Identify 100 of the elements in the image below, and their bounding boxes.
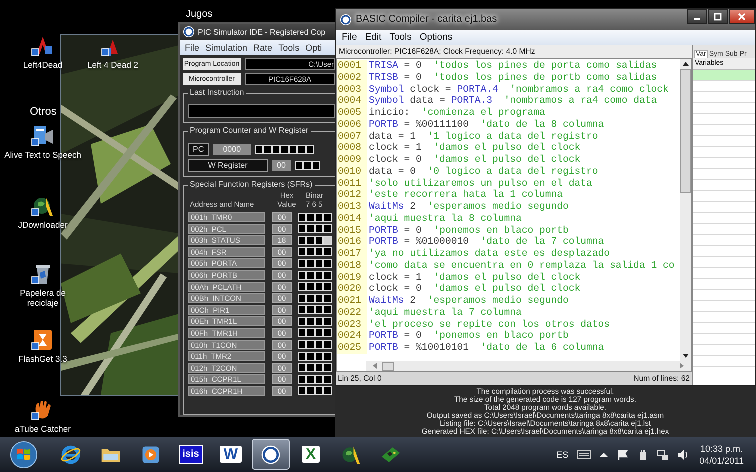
clock-time[interactable]: 10:33 p.m. [700,442,744,454]
bit-cells-drawing [298,294,334,303]
scroll-thumb[interactable] [680,69,691,193]
desktop-shortcut[interactable]: Papelera de reciclaje [4,262,82,308]
maximize-button[interactable] [708,9,728,24]
group-title: Program Counter and W Register [188,126,311,135]
line-number: 0005 [337,107,367,119]
clock-date[interactable]: 04/01/2011 [700,454,744,466]
line-number: 0006 [337,118,367,130]
desktop-label: Jugos [186,9,213,20]
bit-cells-drawing [298,270,334,280]
menu-item[interactable]: File [338,32,362,43]
code-line: 'ya no utilizamos data este es desplazado [368,248,610,260]
line-number: 0010 [337,166,367,178]
code-line: 'solo utilizaremos un pulso en el data [368,178,592,190]
code-line: data = 1 '1 logico a data del registro [368,130,598,142]
maximize-icon [713,12,723,20]
code-line: 'este recorrera hata la 1 columna [368,189,564,201]
app-logo: X [302,446,320,463]
bit-cells-drawing [298,363,334,372]
code-line: PORTB = %10010101 'dato de la 6 columna [368,342,604,354]
flag-icon[interactable] [616,448,629,460]
code-line: TRISB = 0 'todos los pines de portb como salidas [368,72,658,84]
language-indicator[interactable]: ES [556,450,569,460]
code-line: 'aqui muestra la 7 columna [368,306,522,318]
desktop-label: Otros [30,106,57,118]
code-line: clock = 0 'damos el pulso del clock [368,283,581,295]
line-number: 0023 [337,318,367,330]
menu-item[interactable]: Tools [276,42,303,52]
down-arrow-icon [682,353,690,359]
menu-item[interactable]: File [182,42,203,52]
app-icon [31,328,55,352]
bit-cells-drawing [298,224,334,234]
bit-cells-drawing [298,258,334,268]
line-number: 0015 [337,224,367,236]
code-line: TRISA = 0 'todos los pines de porta como salidas [368,60,658,72]
taskbar-app[interactable]: W [212,439,250,470]
line-number: 0002 [337,72,367,84]
bit-cells-drawing [298,386,334,396]
code-line: clock = 1 'damos el pulso del clock [368,142,581,154]
window-title: PIC Simulator IDE - Registered Cop [198,28,326,36]
taskbar-app[interactable]: isis [172,439,210,470]
desktop-shortcut[interactable]: FlashGet 3.3 [4,328,82,364]
register-value: 0000 [213,144,252,155]
bit-cells-drawing [298,212,334,222]
bit-cells-drawing [298,236,334,245]
line-number: 0007 [337,130,367,142]
app-logo: W [220,446,242,463]
menu-item[interactable]: Rate [250,42,276,52]
line-number: 0024 [337,330,367,342]
taskbar-app[interactable]: X [292,439,330,470]
menu-item[interactable]: Opti [302,42,326,52]
app-logo-icon [340,14,352,26]
line-number: 0018 [337,260,367,272]
register-label: PC [188,143,210,156]
left-arrow-icon [372,362,378,370]
line-number: 0012 [337,189,367,201]
line-number: 0008 [337,142,367,154]
close-icon [737,12,747,20]
close-button[interactable] [729,9,755,24]
code-line: WaitMs 2 'esperamos medio segundo [368,201,569,213]
line-number: 0004 [337,95,367,107]
code-line: Symbol clock = PORTA.4 'nombramos a ra4 como clock [368,84,669,96]
menu-item[interactable]: Simulation [202,42,251,52]
line-number: 0009 [337,154,367,166]
line-number: 0001 [337,60,367,72]
desktop-shortcut[interactable]: JDownloader [4,194,82,230]
code-line: PORTB = 0 'ponemos en blaco portb [368,330,569,342]
line-number: 0021 [337,295,367,307]
bit-cells-drawing [255,145,316,154]
right-arrow-icon [679,362,685,370]
code-line: clock = 1 'damos el pulso del clock [368,272,581,284]
scrollbar[interactable] [680,59,691,361]
line-number: 0013 [337,201,367,213]
line-number: 0025 [337,342,367,354]
scroll-thumb[interactable] [382,362,394,370]
network-icon[interactable] [656,448,669,460]
menu-item[interactable]: Tools [386,32,416,43]
line-number: 0014 [337,212,367,224]
code-line: PORTB = %01000010 'dato de la 7 columna [368,236,604,248]
keyboard-icon[interactable] [576,450,591,460]
app-logo-icon [183,26,195,38]
line-number: 0019 [337,272,367,284]
code-line: 'el proceso se repite con los otros datos [368,318,610,330]
desktop-shortcut[interactable]: Alive Text to Speech [4,124,82,160]
taskbar-app[interactable] [252,439,290,470]
menu-item[interactable]: Edit [361,32,386,43]
register-value: 00 [272,160,291,171]
bit-cells-drawing [298,247,334,256]
code-line: data = 0 '0 logico a data del registro [368,166,598,178]
scrollbar[interactable] [366,361,691,371]
bit-cells-drawing [298,374,334,384]
line-number: 0017 [337,248,367,260]
minimize-button[interactable] [687,9,707,24]
bit-cells-drawing [298,328,334,338]
menu-item[interactable]: Options [416,32,457,43]
volume-icon[interactable] [676,448,689,460]
desktop-shortcut[interactable]: aTube Catcher [4,398,82,434]
group-title: Last Instruction [188,88,246,97]
line-number: 0020 [337,283,367,295]
